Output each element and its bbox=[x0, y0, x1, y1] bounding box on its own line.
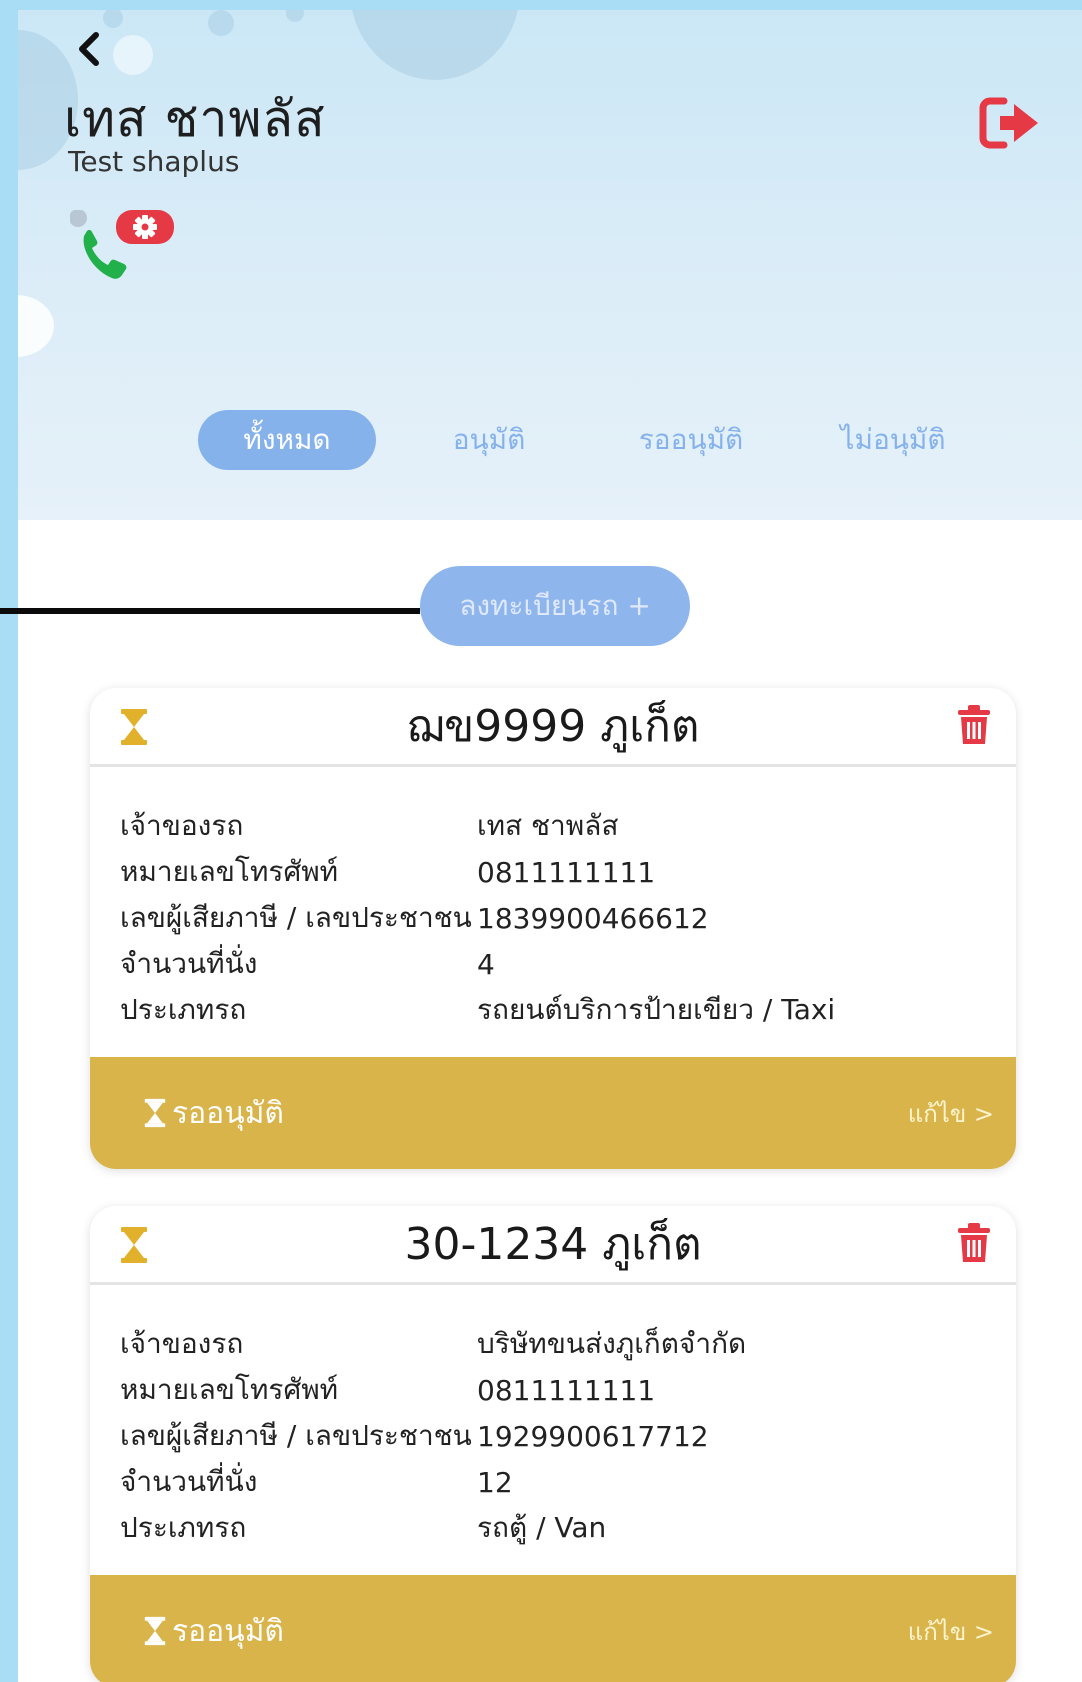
vehicle-type-label: ประเภทรถ bbox=[120, 1511, 247, 1544]
license-plate: ฌข9999 ภูเก็ต bbox=[406, 701, 700, 752]
decor-bubble bbox=[350, 10, 520, 80]
vehicle-details: เจ้าของรถ บริษัทขนส่งภูเก็ตจำกัด หมายเลข… bbox=[90, 1285, 1016, 1575]
call-settings-button[interactable] bbox=[69, 209, 180, 300]
detail-row-phone: หมายเลขโทรศัพท์ 0811111111 bbox=[120, 1367, 1016, 1413]
license-plate: 30-1234 ภูเก็ต bbox=[404, 1219, 702, 1270]
seats-value: 4 bbox=[477, 947, 495, 981]
status-label: รออนุมัติ bbox=[172, 1613, 284, 1649]
vehicle-card: 30-1234 ภูเก็ต เจ้าของรถ บริษัทขนส่งภูเก… bbox=[90, 1206, 1016, 1682]
edit-vehicle-link[interactable]: แก้ไข > bbox=[908, 1094, 994, 1133]
chevron-left-icon bbox=[79, 32, 99, 66]
app-screen: เทส ชาพลัส Test shaplus ทั้งหมด อนุมัติ … bbox=[18, 10, 1082, 1682]
status-tabs: ทั้งหมด อนุมัติ รออนุมัติ ไม่อนุมัติ bbox=[198, 410, 982, 470]
detail-row-seats: จำนวนที่นั่ง 4 bbox=[120, 941, 1016, 987]
phone-value: 0811111111 bbox=[477, 1373, 656, 1407]
trash-icon bbox=[958, 1223, 990, 1262]
tab-pending[interactable]: รออนุมัติ bbox=[602, 410, 780, 470]
owner-label: เจ้าของรถ bbox=[120, 1327, 244, 1360]
status-pending: รออนุมัติ bbox=[144, 1608, 284, 1655]
detail-row-vehicle-type: ประเภทรถ รถตู้ / Van bbox=[120, 1505, 1016, 1551]
tab-approved[interactable]: อนุมัติ bbox=[400, 410, 578, 470]
decor-bubble bbox=[208, 10, 234, 36]
back-button[interactable] bbox=[64, 24, 114, 74]
logout-icon bbox=[979, 97, 1038, 149]
seats-value: 12 bbox=[477, 1465, 513, 1499]
seats-label: จำนวนที่นั่ง bbox=[120, 1465, 258, 1498]
logout-button[interactable] bbox=[978, 95, 1048, 155]
delete-vehicle-button[interactable] bbox=[956, 1222, 992, 1264]
owner-label: เจ้าของรถ bbox=[120, 809, 244, 842]
gear-icon bbox=[116, 210, 174, 244]
vehicle-type-label: ประเภทรถ bbox=[120, 993, 247, 1026]
detail-row-vehicle-type: ประเภทรถ รถยนต์บริการป้ายเขียว / Taxi bbox=[120, 987, 1016, 1033]
vehicle-type-value: รถยนต์บริการป้ายเขียว / Taxi bbox=[477, 993, 836, 1026]
vehicle-card: ฌข9999 ภูเก็ต เจ้าของรถ เทส ชาพลัส หมายเ… bbox=[90, 688, 1016, 1169]
status-label: รออนุมัติ bbox=[172, 1095, 284, 1131]
seats-label: จำนวนที่นั่ง bbox=[120, 947, 258, 980]
vehicle-card-header: 30-1234 ภูเก็ต bbox=[90, 1206, 1016, 1285]
phone-label: หมายเลขโทรศัพท์ bbox=[120, 1373, 339, 1406]
vehicle-details: เจ้าของรถ เทส ชาพลัส หมายเลขโทรศัพท์ 081… bbox=[90, 767, 1016, 1057]
detail-row-owner: เจ้าของรถ เทส ชาพลัส bbox=[120, 803, 1016, 849]
page-subtitle: Test shaplus bbox=[68, 145, 240, 178]
tax-id-label: เลขผู้เสียภาษี / เลขประชาชน bbox=[120, 1419, 472, 1452]
delete-vehicle-button[interactable] bbox=[956, 704, 992, 746]
detail-row-tax-id: เลขผู้เสียภาษี / เลขประชาชน 183990046661… bbox=[120, 895, 1016, 941]
tax-id-value: 1839900466612 bbox=[477, 901, 709, 935]
tax-id-label: เลขผู้เสียภาษี / เลขประชาชน bbox=[120, 901, 472, 934]
vehicle-card-header: ฌข9999 ภูเก็ต bbox=[90, 688, 1016, 767]
phone-value: 0811111111 bbox=[477, 855, 656, 889]
detail-row-phone: หมายเลขโทรศัพท์ 0811111111 bbox=[120, 849, 1016, 895]
header: เทส ชาพลัส Test shaplus ทั้งหมด อนุมัติ … bbox=[18, 10, 1082, 520]
vehicle-status-bar: รออนุมัติ แก้ไข > bbox=[90, 1575, 1016, 1682]
detail-row-owner: เจ้าของรถ บริษัทขนส่งภูเก็ตจำกัด bbox=[120, 1321, 1016, 1367]
decor-bubble bbox=[113, 35, 153, 75]
owner-value: บริษัทขนส่งภูเก็ตจำกัด bbox=[477, 1327, 747, 1360]
owner-value: เทส ชาพลัส bbox=[477, 809, 619, 842]
detail-row-seats: จำนวนที่นั่ง 12 bbox=[120, 1459, 1016, 1505]
register-vehicle-button[interactable]: ลงทะเบียนรถ + bbox=[420, 566, 690, 646]
vehicle-status-bar: รออนุมัติ แก้ไข > bbox=[90, 1057, 1016, 1169]
trash-icon bbox=[958, 705, 990, 744]
tab-all[interactable]: ทั้งหมด bbox=[198, 410, 376, 470]
status-pending: รออนุมัติ bbox=[144, 1090, 284, 1137]
detail-row-tax-id: เลขผู้เสียภาษี / เลขประชาชน 192990061771… bbox=[120, 1413, 1016, 1459]
decor-bubble bbox=[286, 10, 304, 22]
vehicle-type-value: รถตู้ / Van bbox=[477, 1511, 607, 1544]
annotation-pointer-line bbox=[0, 608, 420, 614]
tab-rejected[interactable]: ไม่อนุมัติ bbox=[804, 410, 982, 470]
hourglass-icon bbox=[144, 1616, 166, 1646]
tax-id-value: 1929900617712 bbox=[477, 1419, 709, 1453]
phone-label: หมายเลขโทรศัพท์ bbox=[120, 855, 339, 888]
hourglass-icon bbox=[121, 1227, 147, 1263]
hourglass-icon bbox=[144, 1098, 166, 1128]
edit-vehicle-link[interactable]: แก้ไข > bbox=[908, 1612, 994, 1651]
hourglass-icon bbox=[121, 709, 147, 745]
decor-bubble bbox=[18, 295, 54, 357]
